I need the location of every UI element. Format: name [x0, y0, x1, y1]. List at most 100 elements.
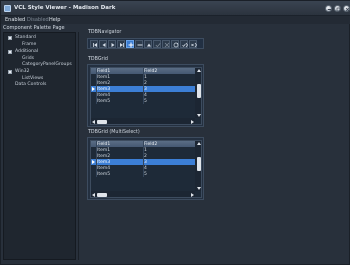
apply-updates-icon [182, 42, 188, 48]
table-cell: Item3 [97, 86, 111, 92]
menu-disabled[interactable]: Disabled [27, 17, 49, 23]
column-divider [96, 141, 97, 177]
refresh-icon [173, 42, 179, 48]
table-cell: Item1 [97, 74, 111, 80]
title-bar: VCL Style Viewer - Madison Dark [1, 1, 350, 16]
nav-cancel-button[interactable] [162, 40, 170, 48]
nav-cancel-updates-button[interactable] [189, 40, 197, 48]
app-icon [4, 5, 11, 12]
first-icon [93, 43, 97, 47]
nav-first-button[interactable] [90, 40, 98, 48]
table-cell: Item5 [97, 98, 111, 104]
tree-item-win32[interactable]: Win32 [15, 69, 29, 74]
navigator-label: TDBNavigator [88, 30, 122, 35]
table-cell: 3 [144, 159, 147, 165]
component-palette-tree[interactable]: Standard Frame Additional Grids Category… [3, 32, 76, 260]
minimize-button[interactable] [325, 5, 332, 12]
tree-node-box[interactable] [8, 70, 12, 74]
tree-node-box[interactable] [8, 50, 12, 54]
splitter[interactable] [78, 32, 79, 260]
grid1-panel: Field1 Field2 Item1 1 Item2 2 Item3 3 It… [87, 64, 204, 127]
nav-delete-button[interactable] [135, 40, 143, 48]
cancel-updates-icon [191, 42, 197, 48]
menu-enabled[interactable]: Enabled [5, 17, 25, 23]
nav-last-button[interactable] [117, 40, 125, 48]
scroll-down-icon[interactable] [197, 187, 201, 190]
table-cell: Item2 [97, 153, 111, 159]
table-cell: 2 [144, 80, 147, 86]
nav-apply-updates-button[interactable] [180, 40, 188, 48]
grid2-col-field1[interactable]: Field1 [97, 142, 110, 147]
table-cell: Item5 [97, 171, 111, 177]
tree-item-additional[interactable]: Additional [15, 49, 38, 54]
grid2-vscroll-thumb[interactable] [197, 157, 201, 171]
table-cell: Item4 [97, 165, 111, 171]
table-cell: 4 [144, 92, 147, 98]
nav-refresh-button[interactable] [171, 40, 179, 48]
scroll-left-icon[interactable] [92, 120, 95, 124]
db-navigator [87, 38, 204, 49]
menu-help[interactable]: Help [49, 17, 60, 23]
table-cell: Item2 [97, 80, 111, 86]
grid1[interactable]: Field1 Field2 Item1 1 Item2 2 Item3 3 It… [90, 67, 202, 125]
grid1-col-field2[interactable]: Field2 [144, 69, 157, 74]
grid2[interactable]: Field1 Field2 Item1 1 Item2 2 Item3 3 It… [90, 140, 202, 198]
tree-item-grids[interactable]: Grids [22, 56, 34, 61]
tree-node-box[interactable] [8, 36, 12, 40]
minimize-icon [327, 9, 332, 10]
table-cell: Item1 [97, 147, 111, 153]
scroll-right-icon[interactable] [191, 120, 194, 124]
tree-item-data-controls[interactable]: Data Controls [15, 82, 46, 87]
edit-icon [147, 43, 151, 47]
tree-item-frame[interactable]: Frame [22, 42, 36, 47]
tree-item-standard[interactable]: Standard [15, 35, 36, 40]
grid2-vertical-scrollbar[interactable] [195, 141, 201, 191]
table-cell: 5 [144, 171, 147, 177]
prior-icon [102, 43, 106, 47]
nav-edit-button[interactable] [144, 40, 152, 48]
grid2-hscroll-thumb[interactable] [97, 193, 107, 197]
column-divider [143, 141, 144, 177]
nav-next-button[interactable] [108, 40, 116, 48]
nav-prior-button[interactable] [99, 40, 107, 48]
table-cell: 5 [144, 98, 147, 104]
scroll-up-icon[interactable] [197, 142, 201, 145]
nav-post-button[interactable] [153, 40, 161, 48]
app-window: VCL Style Viewer - Madison Dark Enabled … [0, 0, 350, 265]
scroll-left-icon[interactable] [92, 193, 95, 197]
delete-icon [137, 44, 143, 46]
grid2-horizontal-scrollbar[interactable] [91, 191, 195, 197]
post-icon [155, 43, 161, 48]
next-icon [111, 43, 115, 47]
column-divider [143, 68, 144, 104]
table-cell: Item4 [97, 92, 111, 98]
nav-insert-button[interactable] [126, 40, 134, 48]
grid2-panel: Field1 Field2 Item1 1 Item2 2 Item3 3 It… [87, 137, 204, 200]
grid1-vscroll-thumb[interactable] [197, 84, 201, 98]
table-cell: 2 [144, 153, 147, 159]
row-indicator-icon [92, 87, 95, 91]
close-icon [345, 7, 350, 12]
palette-header: Component Palette Page [3, 25, 65, 31]
grid1-hscroll-thumb[interactable] [97, 120, 107, 124]
table-cell: 3 [144, 86, 147, 92]
cancel-icon [164, 42, 170, 48]
grid1-label: TDBGrid [88, 57, 108, 62]
maximize-button[interactable] [334, 5, 341, 12]
row-indicator-icon [92, 160, 95, 164]
tree-item-categorypanelgroups[interactable]: CategoryPanelGroups [22, 62, 72, 67]
tree-item-listviews[interactable]: ListViews [22, 76, 43, 81]
close-button[interactable] [343, 5, 350, 12]
grid2-col-field2[interactable]: Field2 [144, 142, 157, 147]
menu-bar: Enabled Disabled Help [1, 16, 350, 24]
maximize-icon [336, 7, 341, 12]
last-icon [120, 43, 124, 47]
table-cell: Item3 [97, 159, 111, 165]
table-cell: 1 [144, 74, 147, 80]
scroll-down-icon[interactable] [197, 114, 201, 117]
grid1-col-field1[interactable]: Field1 [97, 69, 110, 74]
scroll-up-icon[interactable] [197, 69, 201, 72]
grid1-horizontal-scrollbar[interactable] [91, 118, 195, 124]
scroll-right-icon[interactable] [191, 193, 194, 197]
grid1-vertical-scrollbar[interactable] [195, 68, 201, 118]
